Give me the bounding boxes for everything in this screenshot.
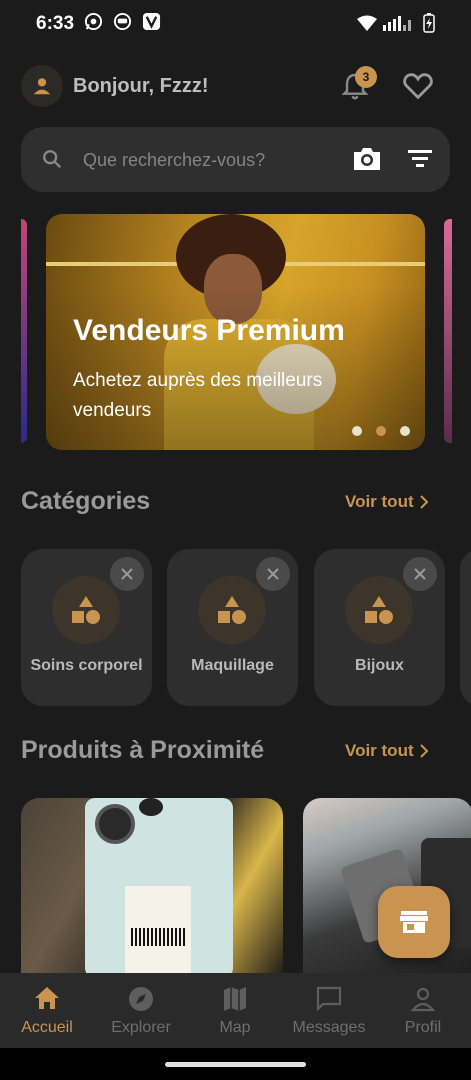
person-icon [33, 78, 51, 95]
close-icon [267, 568, 279, 580]
vpn-icon [142, 12, 161, 31]
camera-icon[interactable] [351, 144, 383, 179]
greeting-text: Bonjour, Fzzz! [73, 75, 209, 97]
close-icon [414, 568, 426, 580]
carousel-dot-active[interactable] [376, 426, 386, 436]
store-fab-button[interactable] [378, 886, 450, 958]
nav-label: Accueil [21, 1019, 73, 1036]
nav-label: Messages [292, 1019, 366, 1036]
see-all-label: Voir tout [345, 741, 414, 760]
status-icons-right [357, 13, 435, 38]
shapes-icon [345, 576, 413, 644]
nav-item-profile[interactable]: Profil [376, 973, 470, 1048]
search-bar [21, 127, 450, 192]
product-image-barcode [131, 928, 185, 946]
category-card-peek[interactable] [460, 549, 471, 706]
remove-category-button[interactable] [256, 557, 290, 591]
category-card[interactable]: Bijoux [314, 549, 445, 706]
status-time: 6:33 [36, 13, 75, 34]
carousel-dot[interactable] [400, 426, 410, 436]
wifi-icon [357, 15, 377, 36]
chat-icon [315, 985, 343, 1018]
banner-carousel[interactable]: Vendeurs Premium Achetez auprès des meil… [0, 213, 471, 451]
notification-badge: 3 [355, 66, 377, 88]
nav-item-explorer[interactable]: Explorer [94, 973, 188, 1048]
categories-see-all-link[interactable]: Voir tout [345, 492, 430, 512]
home-icon [33, 985, 61, 1016]
shapes-icon [198, 576, 266, 644]
product-image-lens [95, 804, 135, 844]
carousel-dots [352, 426, 410, 436]
next-banner-peek[interactable] [444, 219, 452, 443]
nav-label: Profil [404, 1019, 442, 1036]
bottom-navigation: Accueil Explorer Map Messages Profil [0, 973, 471, 1048]
product-image-lens [139, 798, 163, 816]
person-icon [409, 985, 437, 1018]
nav-label: Map [219, 1019, 251, 1036]
close-icon [121, 568, 133, 580]
whatsapp-icon [84, 12, 103, 31]
categories-title: Catégories [21, 487, 151, 515]
nearby-see-all-link[interactable]: Voir tout [345, 741, 430, 761]
banner-subtitle: Achetez auprès des meilleurs vendeurs [73, 370, 323, 421]
chevron-right-icon [419, 495, 429, 509]
nav-item-map[interactable]: Map [188, 973, 282, 1048]
categories-list: Soins corporel Maquillage Bijoux [21, 549, 471, 707]
filter-icon[interactable] [407, 147, 433, 174]
product-card[interactable] [21, 798, 283, 978]
status-icons-left [84, 12, 161, 31]
carousel-dot[interactable] [352, 426, 362, 436]
category-label: Soins corporel [30, 657, 143, 674]
category-card[interactable]: Soins corporel [21, 549, 152, 706]
avatar[interactable] [21, 65, 63, 107]
banner-title: Vendeurs Premium [73, 314, 345, 347]
signal-icon [383, 15, 417, 36]
see-all-label: Voir tout [345, 492, 414, 511]
store-icon [400, 911, 428, 933]
heart-icon [403, 73, 433, 100]
category-label: Bijoux [355, 657, 404, 674]
banner-premium-sellers[interactable]: Vendeurs Premium Achetez auprès des meil… [46, 214, 425, 450]
search-input[interactable] [83, 145, 333, 175]
previous-banner-peek[interactable] [21, 219, 27, 443]
remove-category-button[interactable] [403, 557, 437, 591]
search-icon [41, 148, 63, 175]
status-bar: 6:33 [0, 0, 471, 48]
map-icon [221, 985, 249, 1018]
battery-charging-icon [423, 13, 435, 38]
home-gesture-handle[interactable] [165, 1062, 306, 1067]
nav-item-messages[interactable]: Messages [282, 973, 376, 1048]
favorites-button[interactable] [401, 69, 435, 103]
gesture-bar [0, 1048, 471, 1080]
nav-label: Explorer [111, 1019, 171, 1036]
nearby-products-title: Produits à Proximité [21, 736, 265, 764]
nav-item-home[interactable]: Accueil [0, 973, 94, 1048]
app-icon [113, 12, 132, 31]
compass-icon [127, 985, 155, 1018]
shapes-icon [52, 576, 120, 644]
category-label: Maquillage [191, 657, 274, 674]
category-card[interactable]: Maquillage [167, 549, 298, 706]
remove-category-button[interactable] [110, 557, 144, 591]
header: Bonjour, Fzzz! 3 [21, 63, 451, 109]
chevron-right-icon [419, 744, 429, 758]
